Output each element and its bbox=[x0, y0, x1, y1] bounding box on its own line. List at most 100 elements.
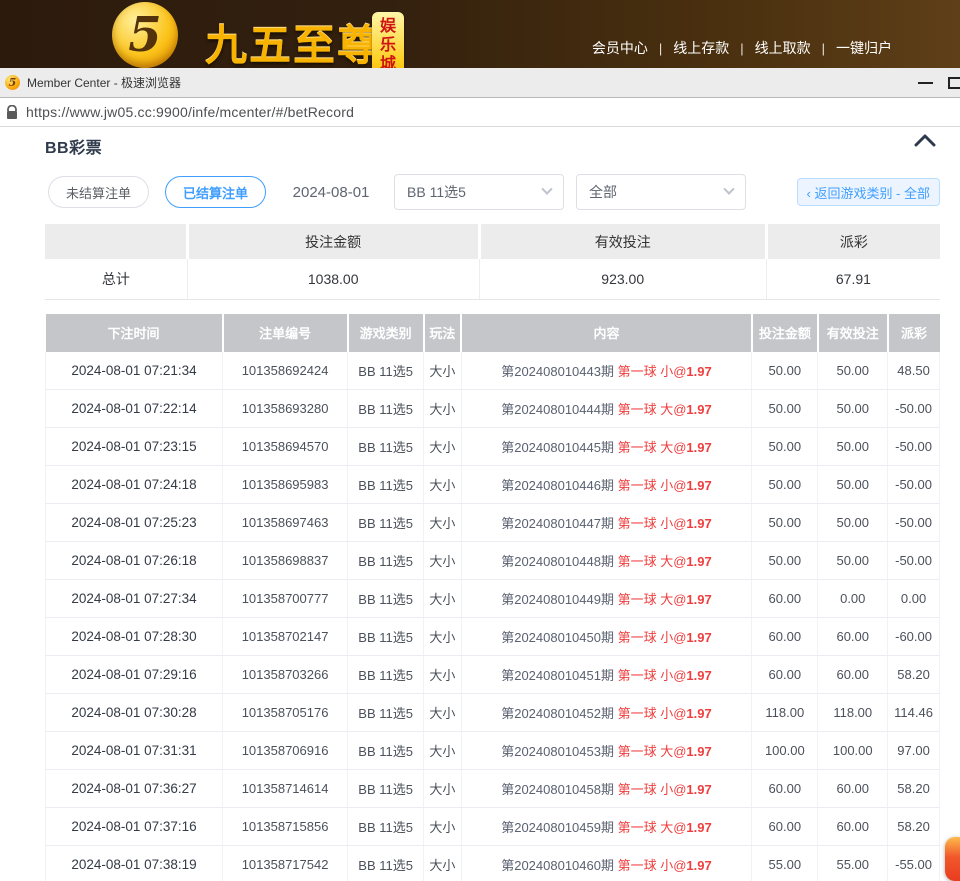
bet-play-cell: 大小 bbox=[424, 656, 462, 694]
bet-table-header-cell: 玩法 bbox=[424, 314, 462, 352]
bet-time-cell: 2024-08-01 07:22:14 bbox=[46, 390, 223, 428]
bet-payout-cell: 58.20 bbox=[888, 808, 940, 846]
bet-play-cell: 大小 bbox=[424, 618, 462, 656]
nav-link[interactable]: 线上取款 bbox=[755, 38, 811, 58]
bet-row: 2024-08-01 07:29:16101358703266BB 11选5大小… bbox=[46, 656, 940, 694]
bet-pick: 第一球 大@ bbox=[618, 592, 687, 607]
bet-amount-cell: 60.00 bbox=[752, 580, 818, 618]
bet-pick: 第一球 小@ bbox=[618, 630, 687, 645]
bet-period: 第202408010458期 bbox=[501, 782, 617, 797]
nav-separator: | bbox=[740, 41, 743, 56]
bet-period: 第202408010448期 bbox=[501, 554, 617, 569]
browser-favicon-icon: 5 bbox=[5, 75, 20, 90]
bet-pick: 第一球 大@ bbox=[618, 744, 687, 759]
bet-id-cell: 101358703266 bbox=[223, 656, 348, 694]
bet-play-cell: 大小 bbox=[424, 504, 462, 542]
summary-total-row: 总计1038.00923.0067.91 bbox=[45, 259, 940, 299]
bet-payout-cell: 97.00 bbox=[888, 732, 940, 770]
bet-table-body: 2024-08-01 07:21:34101358692424BB 11选5大小… bbox=[46, 352, 940, 881]
maximize-button[interactable] bbox=[948, 77, 960, 89]
bet-valid-cell: 50.00 bbox=[818, 542, 888, 580]
bet-odds: 1.97 bbox=[686, 858, 711, 873]
bet-content-cell: 第202408010444期 第一球 大@1.97 bbox=[461, 390, 752, 428]
bet-row: 2024-08-01 07:31:31101358706916BB 11选5大小… bbox=[46, 732, 940, 770]
bet-time-cell: 2024-08-01 07:25:23 bbox=[46, 504, 223, 542]
nav-link[interactable]: 线上存款 bbox=[673, 38, 729, 58]
unsettled-bets-button[interactable]: 未结算注单 bbox=[48, 176, 149, 208]
bet-pick: 第一球 小@ bbox=[618, 364, 687, 379]
bet-odds: 1.97 bbox=[686, 592, 711, 607]
bet-table-header-row: 下注时间注单编号游戏类别玩法内容投注金额有效投注派彩 bbox=[46, 314, 940, 352]
window-controls bbox=[902, 68, 960, 98]
bet-period: 第202408010445期 bbox=[501, 440, 617, 455]
bet-period: 第202408010447期 bbox=[501, 516, 617, 531]
summary-header-cell: 有效投注 bbox=[479, 224, 766, 259]
bet-play-cell: 大小 bbox=[424, 352, 462, 390]
banner-nav: 会员中心|线上存款|线上取款|一键归户 bbox=[592, 38, 892, 58]
bet-payout-cell: -50.00 bbox=[888, 466, 940, 504]
bet-time-cell: 2024-08-01 07:24:18 bbox=[46, 466, 223, 504]
url-text: https://www.jw05.cc:9900/infe/mcenter/#/… bbox=[26, 104, 354, 120]
bet-id-cell: 101358694570 bbox=[223, 428, 348, 466]
bet-row: 2024-08-01 07:26:18101358698837BB 11选5大小… bbox=[46, 542, 940, 580]
bet-record-page: BB彩票 未结算注单 已结算注单 2024-08-01 BB 11选5 全部 ‹… bbox=[0, 127, 960, 881]
bet-odds: 1.97 bbox=[686, 554, 711, 569]
bet-time-cell: 2024-08-01 07:37:16 bbox=[46, 808, 223, 846]
bet-content-cell: 第202408010453期 第一球 大@1.97 bbox=[461, 732, 752, 770]
bet-row: 2024-08-01 07:27:34101358700777BB 11选5大小… bbox=[46, 580, 940, 618]
minimize-button[interactable] bbox=[902, 68, 948, 98]
game-select[interactable]: BB 11选5 bbox=[394, 174, 564, 210]
bet-valid-cell: 0.00 bbox=[818, 580, 888, 618]
heading-row: BB彩票 bbox=[45, 134, 940, 158]
bet-game-cell: BB 11选5 bbox=[348, 428, 424, 466]
bet-odds: 1.97 bbox=[686, 478, 711, 493]
bet-pick: 第一球 小@ bbox=[618, 516, 687, 531]
bet-time-cell: 2024-08-01 07:31:31 bbox=[46, 732, 223, 770]
floating-promo-widget[interactable] bbox=[945, 837, 960, 881]
summary-total-label: 总计 bbox=[45, 259, 187, 299]
bet-payout-cell: -60.00 bbox=[888, 618, 940, 656]
bet-row: 2024-08-01 07:30:28101358705176BB 11选5大小… bbox=[46, 694, 940, 732]
chevron-up-icon bbox=[914, 134, 936, 147]
bet-amount-cell: 50.00 bbox=[752, 504, 818, 542]
bet-game-cell: BB 11选5 bbox=[348, 466, 424, 504]
minimize-icon bbox=[918, 82, 933, 84]
bet-period: 第202408010452期 bbox=[501, 706, 617, 721]
bet-row: 2024-08-01 07:24:18101358695983BB 11选5大小… bbox=[46, 466, 940, 504]
settled-bets-button[interactable]: 已结算注单 bbox=[165, 176, 266, 208]
bet-payout-cell: 0.00 bbox=[888, 580, 940, 618]
bet-game-cell: BB 11选5 bbox=[348, 542, 424, 580]
bet-time-cell: 2024-08-01 07:26:18 bbox=[46, 542, 223, 580]
bet-table-header-cell: 投注金额 bbox=[752, 314, 818, 352]
date-picker[interactable]: 2024-08-01 bbox=[280, 184, 382, 201]
nav-link[interactable]: 一键归户 bbox=[836, 38, 892, 58]
bet-play-cell: 大小 bbox=[424, 694, 462, 732]
bet-payout-cell: -50.00 bbox=[888, 542, 940, 580]
bet-table-header-cell: 游戏类别 bbox=[348, 314, 424, 352]
bet-time-cell: 2024-08-01 07:36:27 bbox=[46, 770, 223, 808]
filter-row: 未结算注单 已结算注单 2024-08-01 BB 11选5 全部 ‹ 返回游戏… bbox=[45, 174, 940, 210]
bet-table-header-cell: 注单编号 bbox=[223, 314, 348, 352]
nav-link[interactable]: 会员中心 bbox=[592, 38, 648, 58]
bet-id-cell: 101358692424 bbox=[223, 352, 348, 390]
bet-row: 2024-08-01 07:23:15101358694570BB 11选5大小… bbox=[46, 428, 940, 466]
badge-char: 城 bbox=[372, 55, 404, 68]
bet-period: 第202408010453期 bbox=[501, 744, 617, 759]
bet-game-cell: BB 11选5 bbox=[348, 504, 424, 542]
play-select[interactable]: 全部 bbox=[576, 174, 746, 210]
bet-content-cell: 第202408010459期 第一球 大@1.97 bbox=[461, 808, 752, 846]
summary-value-cell: 1038.00 bbox=[187, 259, 479, 299]
summary-header-cell bbox=[45, 224, 187, 259]
bet-payout-cell: 58.20 bbox=[888, 770, 940, 808]
bet-game-cell: BB 11选5 bbox=[348, 390, 424, 428]
lock-icon bbox=[6, 105, 18, 120]
game-select-value: BB 11选5 bbox=[407, 182, 466, 202]
bet-valid-cell: 60.00 bbox=[818, 618, 888, 656]
browser-urlbar[interactable]: https://www.jw05.cc:9900/infe/mcenter/#/… bbox=[0, 98, 960, 127]
page-title: BB彩票 bbox=[45, 134, 102, 158]
bet-id-cell: 101358706916 bbox=[223, 732, 348, 770]
summary-header-row: 投注金额有效投注派彩 bbox=[45, 224, 940, 259]
collapse-section-button[interactable] bbox=[914, 134, 936, 147]
back-to-category-button[interactable]: ‹ 返回游戏类别 - 全部 bbox=[797, 178, 941, 206]
logo-number: 5 bbox=[128, 7, 161, 63]
